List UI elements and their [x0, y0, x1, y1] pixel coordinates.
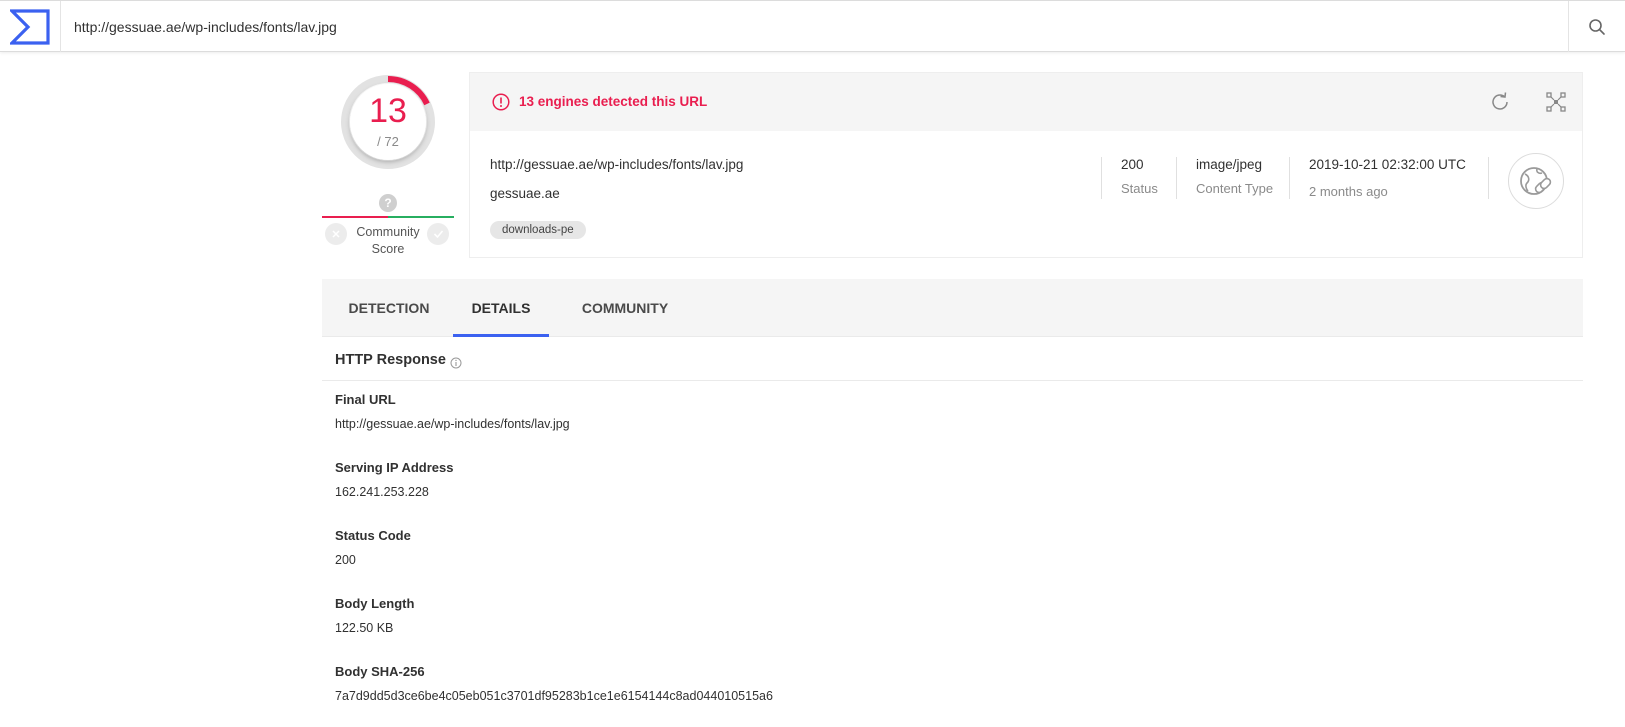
search-input[interactable] — [61, 1, 1568, 52]
status-label: Status — [1121, 181, 1158, 196]
status-value: 200 — [1121, 157, 1144, 172]
url-type-globe — [1508, 153, 1564, 209]
body-length-value: 122.50 KB — [335, 621, 394, 635]
refresh-icon — [1492, 92, 1508, 110]
detection-alert-bar: 13 engines detected this URL — [470, 73, 1582, 131]
content-type-label: Content Type — [1196, 181, 1274, 196]
search-button[interactable] — [1568, 1, 1625, 52]
report-tabs: DETECTION DETAILS COMMUNITY — [322, 279, 1583, 337]
summary-card: 13 engines detected this URL http://gess… — [469, 72, 1583, 258]
search-icon — [1589, 18, 1605, 35]
graph-view-button[interactable] — [1544, 90, 1568, 114]
analysis-date-relative: 2 months ago — [1309, 184, 1388, 199]
body-sha256-value[interactable]: 7a7d9dd5d3ce6be4c05eb051c3701df95283b1ce… — [335, 689, 773, 703]
check-icon — [433, 230, 443, 239]
detection-total: / 72 — [377, 134, 399, 149]
reanalyze-button[interactable] — [1488, 90, 1512, 114]
close-icon — [332, 230, 340, 238]
status-code-label: Status Code — [335, 528, 411, 543]
info-icon[interactable] — [450, 357, 462, 369]
status-code-value: 200 — [335, 553, 356, 567]
top-search-bar — [0, 0, 1625, 52]
community-score: ? Community Score — [322, 190, 454, 260]
detection-alert-text: 13 engines detected this URL — [519, 94, 708, 109]
meta-divider — [1101, 157, 1102, 199]
tab-detection[interactable]: DETECTION — [335, 279, 443, 337]
active-tab-indicator — [453, 334, 549, 337]
http-response-header: HTTP Response — [322, 343, 1583, 381]
detection-count: 13 — [369, 92, 407, 130]
community-score-question-icon: ? — [379, 194, 397, 212]
detection-score-ring: 13 / 72 — [338, 72, 438, 172]
community-score-malicious-bar — [322, 216, 388, 218]
analysis-date: 2019-10-21 02:32:00 UTC — [1309, 157, 1466, 172]
tab-details[interactable]: DETAILS — [453, 279, 549, 337]
meta-divider — [1488, 157, 1489, 199]
vote-harmless-button[interactable] — [427, 223, 449, 245]
graph-icon — [1546, 92, 1566, 112]
serving-ip-value[interactable]: 162.241.253.228 — [335, 485, 429, 499]
meta-divider — [1176, 157, 1177, 199]
community-score-harmless-bar — [388, 216, 454, 218]
tab-community[interactable]: COMMUNITY — [572, 279, 678, 337]
serving-ip-label: Serving IP Address — [335, 460, 454, 475]
tag-badge[interactable]: downloads-pe — [490, 221, 586, 239]
vote-malicious-button[interactable] — [325, 223, 347, 245]
final-url-label: Final URL — [335, 392, 396, 407]
community-score-label: Community Score — [356, 225, 420, 256]
alert-circle-icon — [492, 93, 510, 111]
final-url-value: http://gessuae.ae/wp-includes/fonts/lav.… — [335, 417, 570, 431]
content-type-value: image/jpeg — [1196, 157, 1263, 172]
body-sha256-label: Body SHA-256 — [335, 664, 425, 679]
globe-link-icon — [1520, 167, 1552, 195]
virustotal-logo-icon[interactable] — [8, 9, 50, 45]
meta-divider — [1289, 157, 1290, 199]
summary-domain[interactable]: gessuae.ae — [490, 186, 560, 201]
section-title: HTTP Response — [335, 352, 446, 368]
body-length-label: Body Length — [335, 596, 415, 611]
summary-url: http://gessuae.ae/wp-includes/fonts/lav.… — [490, 157, 744, 172]
